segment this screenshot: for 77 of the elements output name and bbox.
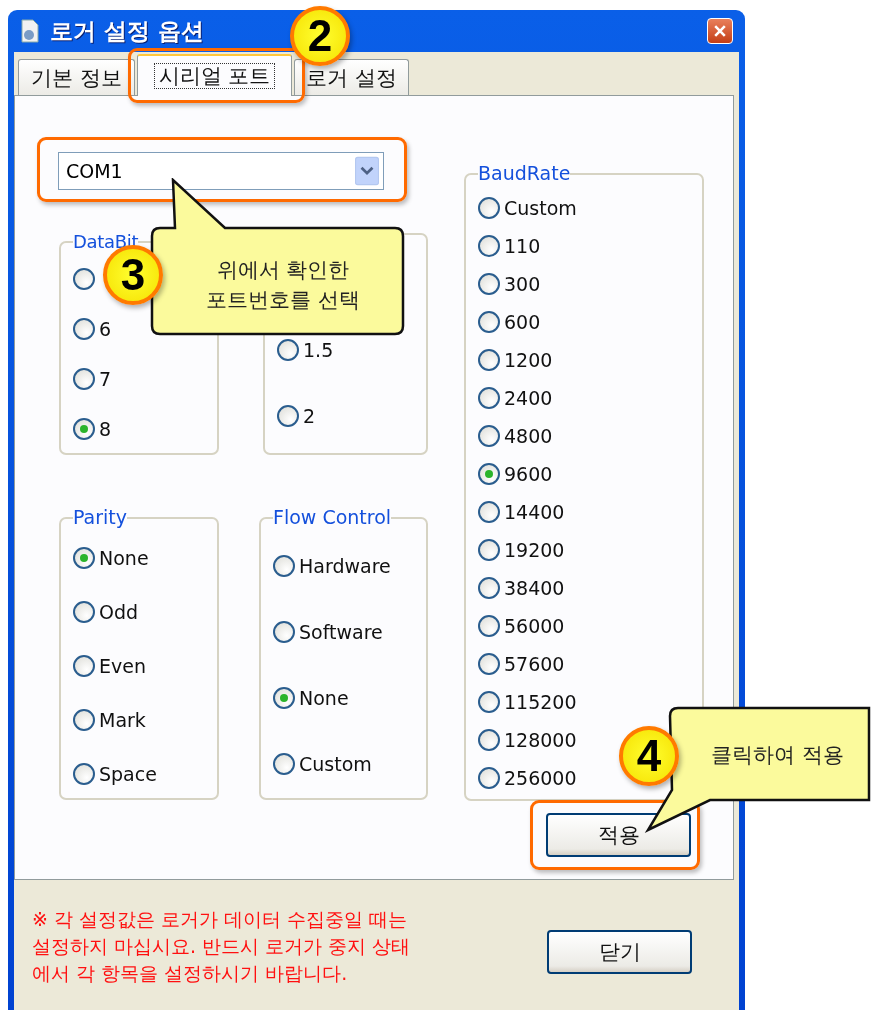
group-title: BaudRate	[478, 164, 571, 183]
radio-label: 9600	[504, 463, 553, 485]
radio-button[interactable]	[277, 405, 299, 427]
tab[interactable]: 시리얼 포트	[137, 54, 292, 96]
group-title: Parity	[73, 508, 128, 527]
radio-button[interactable]	[273, 753, 295, 775]
radio-button[interactable]	[478, 691, 500, 713]
radio-button[interactable]	[273, 555, 295, 577]
radio-button[interactable]	[73, 547, 95, 569]
radio-button[interactable]	[478, 387, 500, 409]
radio-label: Mark	[99, 709, 146, 731]
radio-button[interactable]	[273, 621, 295, 643]
radio-button[interactable]	[73, 318, 95, 340]
radio-label: Space	[99, 763, 157, 785]
radio-button[interactable]	[273, 687, 295, 709]
group-title: Flow Control	[273, 508, 392, 527]
radio-button[interactable]	[478, 273, 500, 295]
window-title: 로거 설정 옵션	[50, 16, 204, 46]
radio-button[interactable]	[478, 311, 500, 333]
radio-label: Hardware	[299, 555, 391, 577]
radio-label: Custom	[504, 197, 577, 219]
radio-label: 128000	[504, 729, 577, 751]
radio-label: 256000	[504, 767, 577, 789]
radio-button[interactable]	[478, 729, 500, 751]
radio-button[interactable]	[73, 601, 95, 623]
radio-label: Odd	[99, 601, 139, 623]
close-icon[interactable]	[712, 23, 728, 39]
radio-button[interactable]	[478, 235, 500, 257]
callout-text: 위에서 확인한 포트번호를 선택	[205, 257, 361, 314]
radio-button[interactable]	[478, 463, 500, 485]
radio-label: Software	[299, 621, 383, 643]
radio-label: 8	[99, 418, 112, 440]
radio-label: 2400	[504, 387, 553, 409]
radio-label: 115200	[504, 691, 577, 713]
close-button[interactable]	[707, 18, 733, 44]
radio-button[interactable]	[478, 349, 500, 371]
radio-button[interactable]	[73, 655, 95, 677]
radio-button[interactable]	[73, 368, 95, 390]
radio-button[interactable]	[73, 268, 95, 290]
radio-label: 7	[99, 368, 112, 390]
radio-label: Custom	[299, 753, 372, 775]
radio-label: None	[99, 547, 149, 569]
radio-label: 1.5	[303, 339, 334, 361]
radio-button[interactable]	[478, 539, 500, 561]
warning-text: ※ 각 설정값은 로거가 데이터 수집중일 때는 설정하지 마십시요. 반드시 로거가 중지 상태 에서 각 항목을 설정하시기 바랍니다.	[32, 907, 412, 986]
radio-button[interactable]	[478, 197, 500, 219]
radio-label: 2	[303, 405, 316, 427]
radio-button[interactable]	[478, 501, 500, 523]
radio-label: 4800	[504, 425, 553, 447]
radio-label: 6	[99, 318, 112, 340]
radio-label: None	[299, 687, 349, 709]
port-dropdown[interactable]: COM1	[58, 152, 384, 190]
radio-button[interactable]	[478, 615, 500, 637]
radio-button[interactable]	[73, 709, 95, 731]
radio-label: 1200	[504, 349, 553, 371]
radio-label: 110	[504, 235, 541, 257]
radio-button[interactable]	[73, 763, 95, 785]
apply-button[interactable]: 적용	[546, 813, 691, 857]
radio-label: 300	[504, 273, 541, 295]
radio-button[interactable]	[478, 767, 500, 789]
radio-button[interactable]	[277, 339, 299, 361]
tab[interactable]: 기본 정보	[18, 59, 135, 95]
radio-label: 14400	[504, 501, 565, 523]
radio-button[interactable]	[73, 418, 95, 440]
radio-button[interactable]	[478, 577, 500, 599]
radio-label: 19200	[504, 539, 565, 561]
radio-label: 600	[504, 311, 541, 333]
radio-button[interactable]	[478, 653, 500, 675]
radio-label: 57600	[504, 653, 565, 675]
callout-text: 클릭하여 적용	[710, 742, 845, 769]
radio-button[interactable]	[478, 425, 500, 447]
radio-label: Even	[99, 655, 146, 677]
close-dialog-button[interactable]: 닫기	[547, 930, 692, 974]
app-icon	[20, 19, 40, 43]
radio-label: 38400	[504, 577, 565, 599]
tab[interactable]: 로거 설정	[294, 59, 409, 95]
radio-label: 56000	[504, 615, 565, 637]
